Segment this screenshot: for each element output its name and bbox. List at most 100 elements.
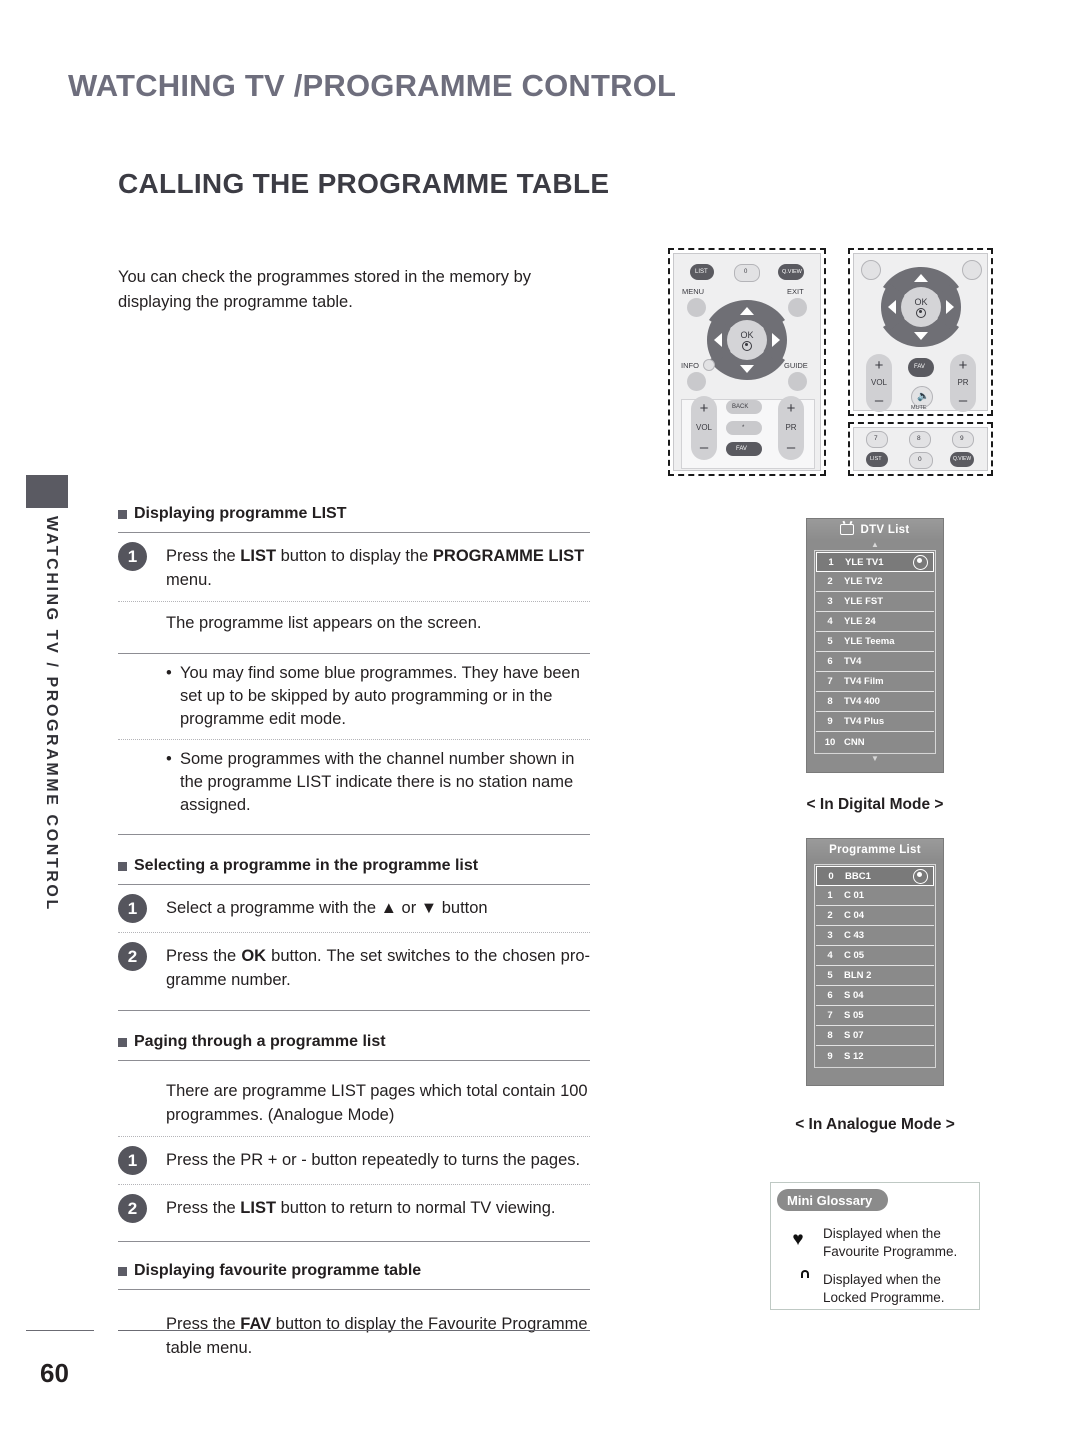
- tv-icon: [840, 524, 855, 535]
- osd-row-name: YLE FST: [844, 596, 884, 607]
- step-row: 2 Press the OK button. The set switches …: [118, 933, 590, 1001]
- remote-back-label: BACK: [732, 404, 749, 410]
- remote-mute-label: MUTE: [911, 405, 927, 411]
- osd-list-row[interactable]: 7 S 05: [816, 1006, 934, 1026]
- dtv-list-panel: DTV List ▲ 1 YLE TV1 2 YLE TV2 3 YLE FST 4 YLE …: [806, 518, 944, 773]
- osd-list-row[interactable]: 9 S 12: [816, 1046, 934, 1066]
- remote-ok-label: OK: [914, 296, 928, 307]
- osd-row-name: TV4 Film: [844, 676, 884, 687]
- glossary-item-text: Displayed when the Favourite Programme.: [823, 1226, 958, 1259]
- step-text: Press the PR + or - button repeatedly to…: [166, 1151, 581, 1169]
- note-paging: There are programme LIST pages which tot…: [166, 1082, 588, 1124]
- osd-row-name: BBC1: [845, 870, 871, 882]
- osd-row-number: 10: [824, 736, 836, 748]
- osd-row-name: YLE TV1: [845, 556, 884, 568]
- remote-pr-plus: +: [786, 400, 796, 417]
- osd-list-row[interactable]: 1 YLE TV1: [816, 552, 934, 572]
- remote-fav-label: FAV: [914, 364, 925, 370]
- step-badge-1: 1: [118, 542, 147, 571]
- osd-list-row[interactable]: 2 YLE TV2: [816, 572, 934, 592]
- bullet-square-icon: [118, 1037, 127, 1047]
- osd-row-number: 3: [827, 596, 833, 607]
- scroll-up-arrow-icon[interactable]: ▲: [807, 540, 943, 550]
- bullet-square-icon: [118, 1266, 127, 1276]
- osd-list-row[interactable]: 7 TV4 Film: [816, 672, 934, 692]
- osd-list-row[interactable]: 4 YLE 24: [816, 612, 934, 632]
- section-heading-displaying-list: Displaying programme LIST: [118, 505, 590, 523]
- section-heading-label: Displaying favourite programme table: [134, 1262, 422, 1279]
- osd-row-name: C 04: [844, 910, 865, 921]
- caption-digital-mode: < In Digital Mode >: [806, 796, 944, 813]
- remote-body: 7 8 9 LIST 0 Q.VIEW: [853, 427, 988, 471]
- osd-list-row[interactable]: 6 S 04: [816, 986, 934, 1006]
- remote-button-zero-label: 0: [918, 456, 922, 463]
- osd-list-row[interactable]: 9 TV4 Plus: [816, 712, 934, 732]
- osd-list-row[interactable]: 8 TV4 400: [816, 692, 934, 712]
- step-row: 1 Press the PR + or - button repeatedly …: [118, 1137, 590, 1184]
- remote-button-qview-label: Q.VIEW: [782, 269, 802, 275]
- remote-control-diagram-secondary: OK + VOL – + PR – FAV 🔈 MUTE: [848, 248, 993, 416]
- remote-button-back[interactable]: BACK: [726, 400, 762, 414]
- remote-button-8-label: 8: [917, 435, 921, 442]
- remote-pr-label: PR: [957, 378, 969, 387]
- osd-list-row[interactable]: 0 BBC1: [816, 866, 934, 886]
- bullet-dot-icon: •: [166, 750, 172, 768]
- osd-row-number: 9: [827, 716, 833, 727]
- remote-button-fav[interactable]: FAV: [726, 442, 762, 456]
- osd-list-row[interactable]: 10 CNN: [816, 732, 934, 752]
- remote-button-text[interactable]: *: [726, 421, 762, 435]
- osd-row-number: 6: [827, 990, 833, 1001]
- step-text-part: Press the: [166, 1199, 241, 1217]
- osd-list-row[interactable]: 5 YLE Teema: [816, 632, 934, 652]
- osd-row-number: 4: [827, 950, 833, 961]
- section-heading-selecting: Selecting a programme in the programme l…: [118, 857, 590, 875]
- remote-button-ok[interactable]: OK: [901, 287, 941, 327]
- page-title: WATCHING TV /PROGRAMME CONTROL: [68, 68, 677, 103]
- osd-row-name: YLE Teema: [844, 636, 895, 647]
- page-subtitle: CALLING THE PROGRAMME TABLE: [118, 168, 610, 199]
- remote-pr-minus: –: [786, 439, 796, 456]
- osd-list-row[interactable]: 3 YLE FST: [816, 592, 934, 612]
- step-text-part: Press the: [166, 947, 242, 965]
- scroll-down-arrow-icon[interactable]: ▼: [807, 754, 943, 764]
- remote-body: OK + VOL – + PR – FAV 🔈 MUTE: [853, 253, 988, 412]
- section-displaying-list: Displaying programme LIST 1 Press the LI…: [118, 505, 590, 835]
- glossary-item-text: Displayed when the Locked Programme.: [823, 1272, 945, 1305]
- osd-row-number: 8: [827, 1030, 833, 1041]
- programme-list-panel: Programme List 0 BBC1 1 C 01 2 C 04 3 C 43 4 C 05…: [806, 838, 944, 1086]
- osd-list-row[interactable]: 3 C 43: [816, 926, 934, 946]
- remote-button-info[interactable]: [687, 372, 706, 391]
- remote-info-circle-icon: [703, 359, 715, 371]
- osd-list-row[interactable]: 5 BLN 2: [816, 966, 934, 986]
- programme-list-title-bar: Programme List: [807, 839, 943, 860]
- remote-button-pr[interactable]: + PR –: [778, 396, 804, 460]
- intro-paragraph: You can check the programmes stored in t…: [118, 268, 532, 311]
- keycap-ok: OK: [241, 947, 267, 965]
- osd-row-number: 8: [827, 696, 833, 707]
- remote-vol-label: VOL: [870, 378, 887, 387]
- osd-list-row[interactable]: 2 C 04: [816, 906, 934, 926]
- main-content-column: You can check the programmes stored in t…: [118, 265, 590, 1369]
- remote-nav-ring[interactable]: OK: [701, 294, 793, 386]
- glossary-item-locked: Displayed when the Locked Programme.: [785, 1271, 979, 1307]
- osd-list-row[interactable]: 8 S 07: [816, 1026, 934, 1046]
- remote-pr-minus: –: [958, 392, 968, 409]
- osd-row-number: 1: [827, 890, 833, 901]
- step-row: 1 Press the LIST button to display the P…: [118, 533, 590, 601]
- remote-button-vol[interactable]: + VOL –: [691, 396, 717, 460]
- osd-list-row[interactable]: 1 C 01: [816, 886, 934, 906]
- osd-list-row[interactable]: 4 C 05: [816, 946, 934, 966]
- remote-button-ok[interactable]: OK: [727, 320, 767, 360]
- osd-row-name: S 07: [844, 1030, 864, 1041]
- side-tab-label: WATCHING TV / PROGRAMME CONTROL: [43, 516, 60, 912]
- dtv-list-title-bar: DTV List: [807, 519, 943, 540]
- osd-row-number: 1: [828, 556, 834, 568]
- remote-nav-ring[interactable]: OK: [875, 261, 967, 353]
- remote-vol-minus: –: [874, 392, 884, 409]
- osd-list-row[interactable]: 6 TV4: [816, 652, 934, 672]
- osd-row-name: S 04: [844, 990, 864, 1001]
- remote-button-pr[interactable]: + PR –: [950, 354, 976, 412]
- remote-button-vol[interactable]: + VOL –: [866, 354, 892, 412]
- note-programme-list-appears: The programme list appears on the screen…: [166, 614, 482, 632]
- remote-button-guide[interactable]: [788, 372, 807, 391]
